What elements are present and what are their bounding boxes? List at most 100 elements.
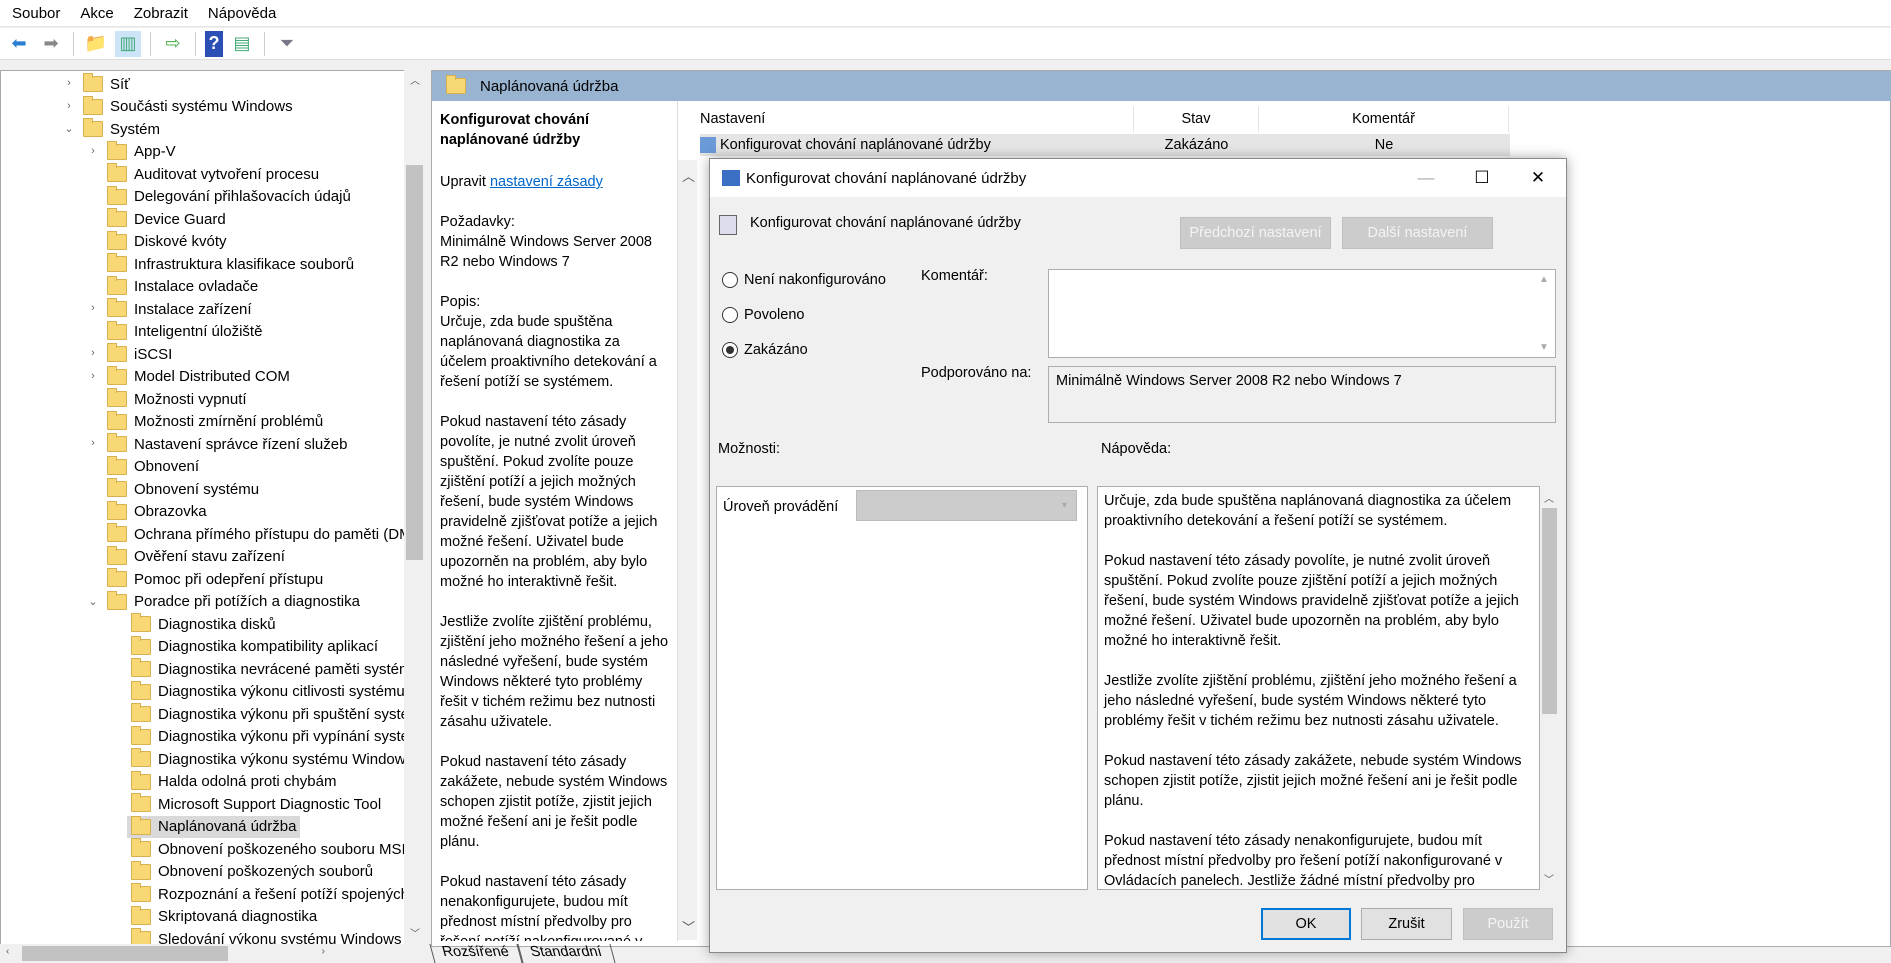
- show-hide-tree-icon[interactable]: ▥: [115, 30, 141, 57]
- column-stav[interactable]: Stav: [1134, 106, 1259, 132]
- tree-item[interactable]: Obrazovka: [103, 500, 211, 523]
- level-dropdown[interactable]: [856, 490, 1077, 521]
- chevron-down-icon[interactable]: ⌄: [87, 595, 99, 608]
- tree-item[interactable]: Halda odolná proti chybám: [127, 770, 340, 793]
- help-para: Pokud nastavení této zásady nenakonfigur…: [1104, 833, 1503, 889]
- forward-icon[interactable]: ➡: [38, 31, 64, 57]
- scroll-up-icon[interactable]: ︿: [682, 166, 695, 185]
- comment-textarea[interactable]: [1048, 269, 1556, 358]
- tree-item[interactable]: Device Guard: [103, 208, 230, 230]
- menu-akce[interactable]: Akce: [80, 5, 113, 22]
- show-action-pane-icon[interactable]: ▤: [229, 31, 255, 57]
- help-icon[interactable]: ?: [205, 30, 223, 57]
- tree-item[interactable]: Pomoc při odepření přístupu: [103, 568, 327, 590]
- radio-circle[interactable]: [722, 307, 738, 323]
- tree-item[interactable]: Naplánovaná údržba: [127, 815, 301, 838]
- next-setting-button[interactable]: Další nastavení: [1342, 217, 1493, 249]
- chevron-down-icon[interactable]: ⌄: [63, 122, 75, 135]
- table-row[interactable]: Konfigurovat chování naplánované údržby …: [700, 134, 1510, 156]
- cancel-button[interactable]: Zrušit: [1361, 908, 1452, 940]
- previous-setting-button[interactable]: Předchozí nastavení: [1180, 217, 1331, 249]
- tree-item[interactable]: Instalace zařízení: [103, 298, 256, 320]
- back-icon[interactable]: ⬅: [6, 31, 32, 57]
- tab-standardni[interactable]: Standardní: [517, 944, 616, 963]
- tree-item[interactable]: iSCSI: [103, 343, 176, 365]
- tree-item[interactable]: Součásti systému Windows: [79, 95, 297, 118]
- tree-item[interactable]: Možnosti vypnutí: [103, 388, 251, 410]
- description-scrollbar[interactable]: ︿ ﹀: [678, 160, 697, 940]
- chevron-right-icon[interactable]: ›: [87, 437, 99, 449]
- tree-item[interactable]: Delegování přihlašovacích údajů: [103, 185, 355, 208]
- close-icon[interactable]: ✕: [1510, 159, 1566, 197]
- minimize-icon[interactable]: —: [1398, 159, 1454, 197]
- maximize-icon[interactable]: ☐: [1454, 159, 1510, 197]
- tree-item[interactable]: Diagnostika disků: [127, 613, 280, 635]
- tree-item[interactable]: Auditovat vytvoření procesu: [103, 163, 323, 185]
- tree-hscroll-thumb[interactable]: [22, 946, 228, 961]
- scroll-right-icon[interactable]: ›: [322, 946, 325, 957]
- export-list-icon[interactable]: ⇨: [160, 31, 186, 57]
- chevron-right-icon[interactable]: ›: [63, 100, 75, 112]
- tree-scroll-thumb[interactable]: [406, 165, 423, 560]
- chevron-down-icon[interactable]: ▾: [1062, 500, 1067, 511]
- tree-item[interactable]: Možnosti zmírnění problémů: [103, 410, 327, 433]
- scroll-down-icon[interactable]: ▼: [1539, 342, 1549, 353]
- scroll-up-icon[interactable]: ︿: [410, 72, 420, 87]
- radio-not-configured[interactable]: Není nakonfigurováno: [722, 272, 886, 288]
- tab-rozsirene[interactable]: Rozšířené: [429, 944, 523, 963]
- scroll-down-icon[interactable]: ﹀: [410, 925, 420, 940]
- tree-item[interactable]: Infrastruktura klasifikace souborů: [103, 253, 358, 275]
- apply-button[interactable]: Použít: [1463, 908, 1553, 940]
- radio-disabled[interactable]: Zakázáno: [722, 342, 808, 358]
- radio-circle-checked[interactable]: [722, 342, 738, 358]
- menu-soubor[interactable]: Soubor: [12, 5, 60, 22]
- tree-item[interactable]: App-V: [103, 140, 180, 163]
- up-folder-icon[interactable]: 📁: [83, 31, 109, 57]
- chevron-right-icon[interactable]: ›: [87, 370, 99, 382]
- chevron-right-icon[interactable]: ›: [63, 77, 75, 89]
- chevron-right-icon[interactable]: ›: [87, 145, 99, 157]
- scroll-down-icon[interactable]: ﹀: [1544, 871, 1554, 886]
- radio-enabled[interactable]: Povoleno: [722, 307, 804, 323]
- tree-item[interactable]: Síť: [79, 73, 134, 95]
- chevron-right-icon[interactable]: ›: [87, 302, 99, 314]
- menu-zobrazit[interactable]: Zobrazit: [134, 5, 188, 22]
- tree-item[interactable]: Nastavení správce řízení služeb: [103, 433, 351, 455]
- tree-item[interactable]: Diagnostika výkonu systému Windows: [127, 748, 417, 770]
- tree-item[interactable]: Model Distributed COM: [103, 365, 294, 388]
- chevron-right-icon[interactable]: ›: [87, 347, 99, 359]
- help-scrollbar[interactable]: ︿ ﹀: [1540, 486, 1559, 890]
- column-nastaveni[interactable]: Nastavení: [700, 106, 1134, 132]
- tree-item[interactable]: Diagnostika výkonu při vypínání systému: [127, 725, 424, 748]
- tree-item[interactable]: Ochrana přímého přístupu do paměti (DMA): [103, 523, 424, 545]
- ok-button[interactable]: OK: [1261, 908, 1351, 940]
- tree-item[interactable]: Diagnostika výkonu při spuštění systému: [127, 703, 424, 725]
- tree-item[interactable]: Inteligentní úložiště: [103, 320, 266, 343]
- scroll-up-icon[interactable]: ︿: [1544, 490, 1554, 505]
- column-komentar[interactable]: Komentář: [1259, 106, 1509, 132]
- folder-icon: [107, 343, 127, 362]
- tree-item[interactable]: Diagnostika výkonu citlivosti systému: [127, 680, 409, 703]
- scroll-up-icon[interactable]: ▲: [1539, 274, 1549, 285]
- tree-item[interactable]: Obnovení poškozeného souboru MSI: [127, 838, 410, 860]
- tree-item[interactable]: Obnovení systému: [103, 478, 263, 500]
- tree-item[interactable]: Poradce při potížích a diagnostika: [103, 590, 364, 613]
- menu-napoveda[interactable]: Nápověda: [208, 5, 276, 22]
- radio-circle[interactable]: [722, 272, 738, 288]
- tree-item[interactable]: Obnovení poškozených souborů: [127, 860, 377, 883]
- edit-policy-link[interactable]: nastavení zásady: [490, 174, 603, 190]
- tree-item[interactable]: Instalace ovladače: [103, 275, 262, 298]
- tree-item[interactable]: Ověření stavu zařízení: [103, 545, 289, 568]
- tree-item[interactable]: Microsoft Support Diagnostic Tool: [127, 793, 385, 815]
- tree-item[interactable]: Skriptovaná diagnostika: [127, 905, 321, 928]
- scroll-left-icon[interactable]: ‹: [6, 946, 9, 957]
- scroll-down-icon[interactable]: ﹀: [682, 917, 695, 936]
- filter-icon[interactable]: ⏷: [274, 31, 300, 57]
- tree-item[interactable]: Diagnostika kompatibility aplikací: [127, 635, 382, 658]
- tree-item[interactable]: Diagnostika nevrácené paměti systému: [127, 658, 424, 680]
- tree-item[interactable]: Systém: [79, 118, 164, 140]
- tree-item[interactable]: Rozpoznání a řešení potíží spojených s: [127, 883, 424, 905]
- help-scroll-thumb[interactable]: [1542, 508, 1557, 714]
- tree-item[interactable]: Diskové kvóty: [103, 230, 231, 253]
- tree-item[interactable]: Obnovení: [103, 455, 203, 478]
